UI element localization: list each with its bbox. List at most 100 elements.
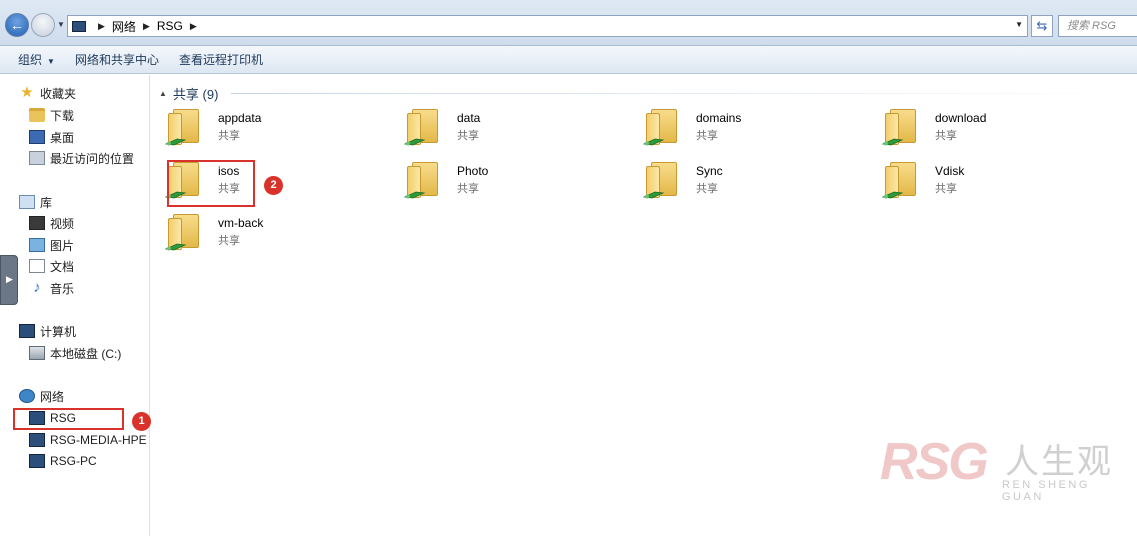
drive-icon [29, 346, 45, 360]
breadcrumb-separator-icon[interactable]: ▶ [190, 21, 197, 32]
share-item[interactable]: appdata 共享 [151, 103, 351, 151]
share-item[interactable]: Vdisk 共享 [868, 156, 1068, 204]
address-dropdown-icon[interactable]: ▼ [1015, 20, 1023, 29]
shared-folder-icon [404, 160, 442, 200]
refresh-icon: ⇆ [1036, 18, 1048, 33]
side-grip-handle[interactable]: ▶ [0, 255, 18, 305]
sidebar-item-label: 桌面 [50, 130, 75, 145]
sidebar-item-label: 最近访问的位置 [50, 151, 135, 166]
organize-label: 组织 [18, 53, 43, 67]
desktop-icon [29, 130, 45, 144]
watermark-en: REN SHENG GUAN [1002, 479, 1090, 503]
breadcrumb-separator-icon[interactable]: ▶ [98, 21, 105, 32]
share-item[interactable]: data 共享 [390, 103, 590, 151]
computer-icon [29, 433, 45, 447]
breadcrumb-separator-icon[interactable]: ▶ [143, 21, 150, 32]
organize-button[interactable]: 组织 ▼ [0, 51, 65, 68]
breadcrumb-rsg[interactable]: RSG [157, 19, 183, 33]
search-input[interactable]: 搜索 RSG [1058, 15, 1137, 37]
share-item[interactable]: download 共享 [868, 103, 1068, 151]
shared-folder-icon [882, 160, 920, 200]
video-icon [29, 216, 45, 230]
sidebar-libraries[interactable]: 库 [19, 192, 169, 212]
computer-icon [29, 454, 45, 468]
annotation-badge-2: 2 [264, 176, 283, 195]
sidebar-item-label: 视频 [50, 216, 75, 231]
share-name: domains [696, 111, 742, 125]
share-name: vm-back [218, 216, 264, 230]
share-type: 共享 [457, 130, 479, 142]
downloads-folder-icon [29, 108, 45, 122]
share-type: 共享 [935, 130, 957, 142]
share-type: 共享 [696, 130, 718, 142]
share-name: data [457, 111, 481, 125]
share-name: Photo [457, 164, 489, 178]
share-name: appdata [218, 111, 262, 125]
watermark-logo: RSG 人生观 REN SHENG GUAN [880, 432, 1135, 503]
watermark-rsg: RSG [880, 433, 989, 491]
back-button[interactable]: ← [5, 13, 29, 37]
share-item[interactable]: domains 共享 [629, 103, 829, 151]
forward-button[interactable]: → [31, 13, 55, 37]
refresh-button[interactable]: ⇆ [1031, 15, 1053, 37]
sidebar-favorites[interactable]: ★ 收藏夹 [19, 83, 169, 103]
pictures-icon [29, 238, 45, 252]
shared-folder-icon [882, 107, 920, 147]
expand-arrow-icon: ▶ [6, 274, 13, 284]
sidebar-item-label: 图片 [50, 238, 75, 253]
remote-printers-button[interactable]: 查看远程打印机 [169, 51, 273, 68]
share-name: download [935, 111, 987, 125]
command-toolbar: 组织 ▼ 网络和共享中心 查看远程打印机 [0, 46, 1137, 74]
back-arrow-icon: ← [10, 17, 24, 33]
sidebar-item-label: 文档 [50, 259, 75, 274]
shared-folder-icon [165, 107, 203, 147]
group-header[interactable]: ▲ 共享 (9) [159, 84, 218, 103]
collapse-triangle-icon[interactable]: ▲ [159, 89, 167, 98]
network-center-button[interactable]: 网络和共享中心 [65, 51, 169, 68]
sidebar-item-label: RSG-PC [50, 454, 97, 468]
sidebar-favorites-label: 收藏夹 [40, 86, 77, 101]
shared-folder-icon [404, 107, 442, 147]
share-item[interactable]: Photo 共享 [390, 156, 590, 204]
recent-places-icon [29, 151, 45, 165]
sidebar-item-label: 本地磁盘 (C:) [50, 346, 122, 361]
share-item[interactable]: Sync 共享 [629, 156, 829, 204]
sidebar-computer[interactable]: 计算机 [19, 321, 169, 341]
sidebar-network-label: 网络 [40, 389, 65, 404]
computer-icon [19, 324, 35, 338]
highlight-box [13, 408, 124, 430]
share-name: Sync [696, 164, 723, 178]
navigation-pane[interactable]: ★ 收藏夹 下载 桌面 最近访问的位置 库 视频 图片 文档 ♪ 音乐 计算机 [0, 75, 151, 536]
watermark-cn: 人生观 [1005, 443, 1113, 481]
chevron-down-icon: ▼ [47, 57, 55, 66]
forward-arrow-icon: → [36, 17, 50, 33]
star-icon: ★ [20, 84, 34, 101]
history-dropdown-icon[interactable]: ▼ [57, 20, 65, 29]
address-bar-area: ← → ▼ ▶ 网络 ▶ RSG ▶ ▼ ⇆ 搜索 RSG [0, 0, 1137, 46]
share-type: 共享 [935, 183, 957, 195]
share-type: 共享 [218, 130, 240, 142]
share-item[interactable]: vm-back 共享 [151, 208, 351, 256]
network-icon [19, 389, 35, 403]
highlight-box [167, 160, 255, 207]
shared-folder-icon [643, 160, 681, 200]
share-type: 共享 [696, 183, 718, 195]
sidebar-network[interactable]: 网络 [19, 386, 169, 406]
network-location-icon [72, 20, 86, 32]
share-type: 共享 [218, 235, 240, 247]
share-name: Vdisk [935, 164, 965, 178]
sidebar-libraries-label: 库 [40, 195, 53, 210]
shared-folder-icon [165, 212, 203, 252]
sidebar-item-label: RSG-MEDIA-HPE [50, 433, 147, 447]
sidebar-computer-label: 计算机 [40, 324, 77, 339]
music-icon: ♪ [33, 279, 41, 296]
share-type: 共享 [457, 183, 479, 195]
documents-icon [29, 259, 45, 273]
address-input[interactable]: ▶ 网络 ▶ RSG ▶ ▼ [67, 15, 1028, 37]
annotation-badge-1: 1 [132, 412, 151, 431]
shared-folder-icon [643, 107, 681, 147]
sidebar-item-label: 下载 [50, 108, 75, 123]
sidebar-item-label: 音乐 [50, 281, 75, 296]
breadcrumb-network[interactable]: 网络 [112, 18, 136, 35]
group-divider [231, 93, 1131, 94]
